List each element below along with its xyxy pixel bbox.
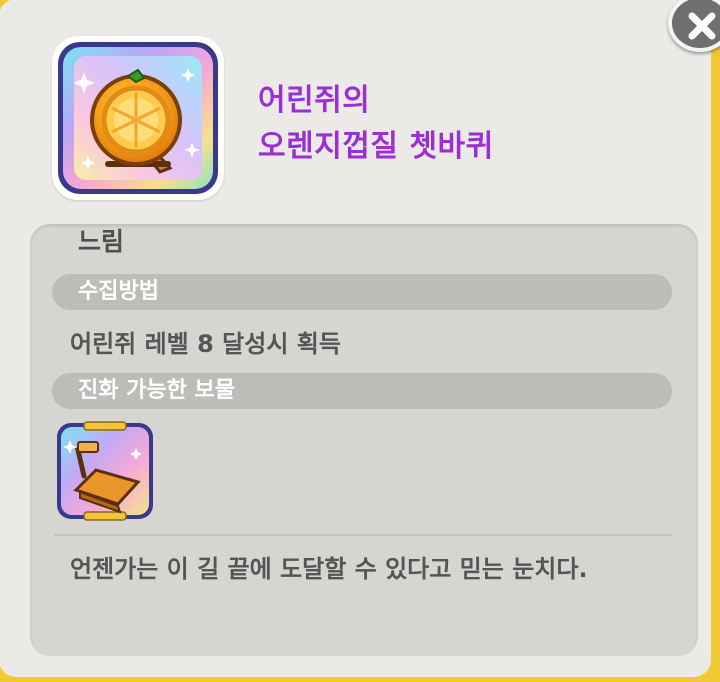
treadmill-icon <box>57 421 153 521</box>
evolvable-treasure-item[interactable] <box>54 420 156 522</box>
collect-method-header: 수집방법 <box>52 274 672 310</box>
item-grade: 느림 <box>78 227 125 256</box>
close-icon <box>688 12 716 40</box>
item-icon-frame <box>52 36 224 200</box>
collect-method-text: 어린쥐 레벨 8 달성시 획득 <box>70 330 341 358</box>
item-description: 언젠가는 이 길 끝에 도달할 수 있다고 믿는 눈치다. <box>70 555 588 583</box>
divider <box>54 534 672 536</box>
item-name-line1: 어린쥐의 <box>258 83 371 118</box>
orange-hamster-wheel-icon <box>58 42 218 194</box>
item-details-panel: 느림 수집방법 어린쥐 레벨 8 달성시 획득 진화 가능한 보물 언젠가는 이… <box>30 224 698 656</box>
evolvable-header: 진화 가능한 보물 <box>52 373 672 409</box>
item-title: 어린쥐의 오렌지껍질 쳇바퀴 <box>258 78 494 170</box>
item-name-line2: 오렌지껍질 쳇바퀴 <box>258 129 494 164</box>
collect-method-label: 수집방법 <box>78 279 159 304</box>
evolvable-label: 진화 가능한 보물 <box>78 378 235 403</box>
